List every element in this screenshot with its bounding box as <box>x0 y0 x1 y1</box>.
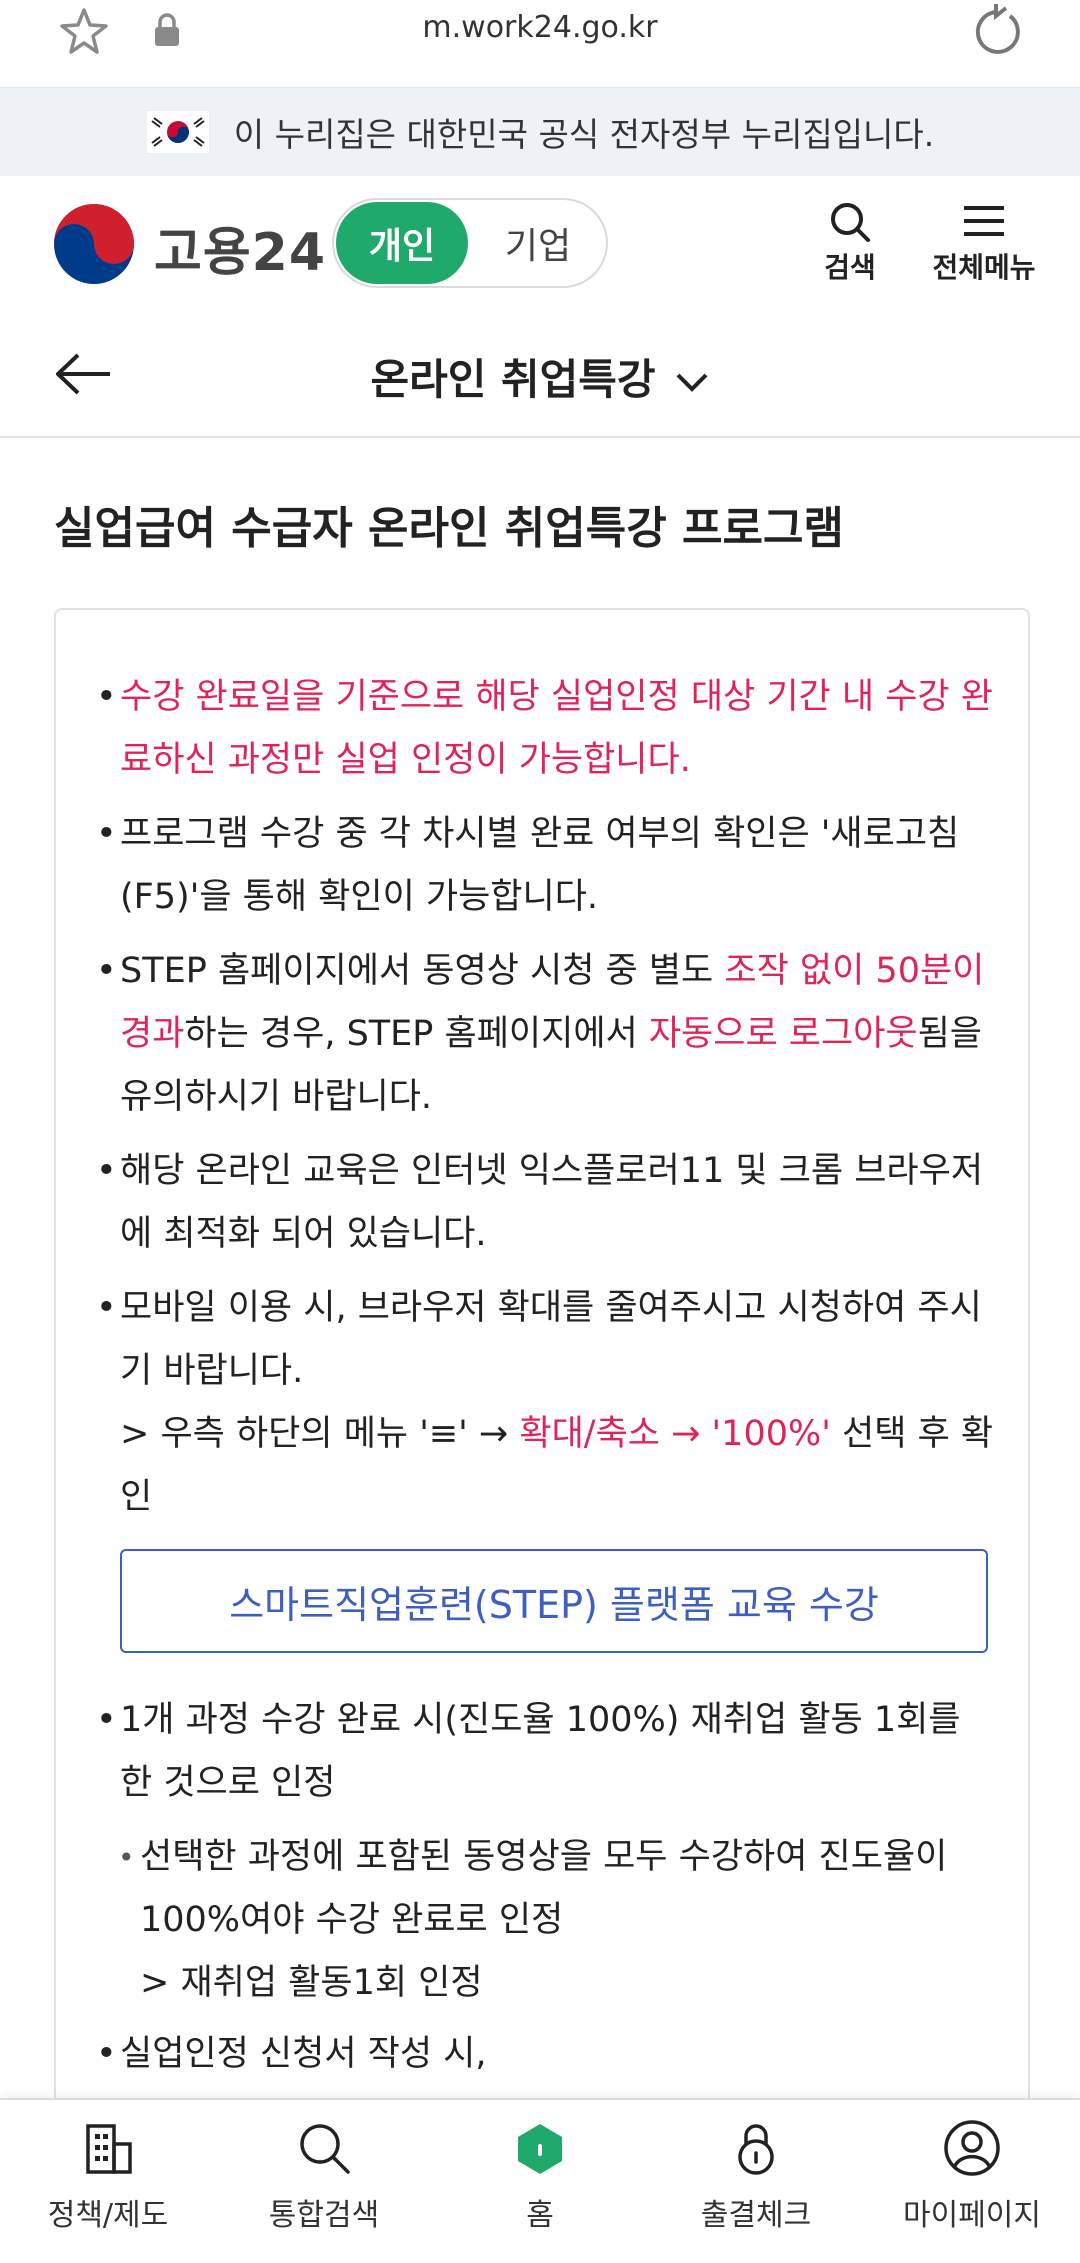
sub-bullet-dot: • <box>118 1841 135 1874</box>
reload-icon[interactable] <box>966 2 1026 62</box>
item-text: 수강 완료일을 기준으로 해당 실업인정 대상 기간 내 수강 완료하신 과정만… <box>120 677 993 780</box>
note-text: > 우측 하단의 메뉴 '≡' → <box>120 1414 520 1454</box>
search-label: 검색 <box>824 251 876 284</box>
bottom-nav: 정책/제도 통합검색 홈 출결체크 마이페이지 <box>0 2098 1080 2263</box>
step-platform-button[interactable]: 스마트직업훈련(STEP) 플랫폼 교육 수강 <box>120 1549 988 1653</box>
page-subheader: 온라인 취업특강 <box>0 306 1080 438</box>
nav-mypage[interactable]: 마이페이지 <box>864 2118 1080 2234</box>
bullet-dot: • <box>96 1151 117 1191</box>
nav-home[interactable]: 홈 <box>432 2118 648 2234</box>
page-title: 실업급여 수급자 온라인 취업특강 프로그램 <box>54 503 844 554</box>
site-header: 고용24 개인 기업 검색 전체메뉴 <box>0 176 1080 306</box>
url-text[interactable]: m.work24.go.kr <box>0 10 1080 45</box>
hamburger-menu-icon <box>964 206 1004 236</box>
browser-url-bar: m.work24.go.kr <box>0 0 1080 88</box>
lock-icon <box>738 2124 774 2175</box>
search-icon <box>300 2124 350 2174</box>
highlight-text: 자동으로 로그아웃 <box>648 1014 918 1054</box>
taegeuk-logo-icon[interactable] <box>52 202 136 286</box>
item-text: 실업인정 신청서 작성 시, <box>120 2034 487 2074</box>
chevron-down-icon <box>676 373 707 392</box>
subitem-note: > 재취업 활동1회 인정 <box>140 1963 483 2003</box>
subitem-text: 선택한 과정에 포함된 동영상을 모두 수강하여 진도율이 100%여야 수강 … <box>140 1837 948 1940</box>
nav-search[interactable]: 통합검색 <box>216 2118 432 2234</box>
home-icon <box>518 2124 562 2174</box>
toggle-corporate[interactable]: 기업 <box>472 202 604 284</box>
nav-label: 마이페이지 <box>903 2198 1041 2233</box>
item-text: 프로그램 수강 중 각 차시별 완료 여부의 확인은 '새로고침(F5)'을 통… <box>120 814 960 917</box>
site-logo-text[interactable]: 고용24 <box>154 210 326 285</box>
item-text: 하는 경우, STEP 홈페이지에서 <box>184 1014 649 1054</box>
user-icon <box>944 2120 1000 2176</box>
gov-notice-text: 이 누리집은 대한민국 공식 전자정부 누리집입니다. <box>233 115 935 154</box>
building-icon <box>86 2124 132 2174</box>
list-item: • 실업인정 신청서 작성 시, <box>96 2023 996 2086</box>
nav-label: 정책/제도 <box>47 2198 169 2233</box>
item-text: 모바일 이용 시, 브라우저 확대를 줄여주시고 시청하여 주시기 바랍니다. <box>120 1288 982 1391</box>
nav-attendance[interactable]: 출결체크 <box>648 2118 864 2234</box>
nav-label: 출결체크 <box>700 2198 812 2233</box>
nav-label: 통합검색 <box>268 2198 380 2233</box>
item-text: 해당 온라인 교육은 인터넷 익스플로러11 및 크롬 브라우저에 최적화 되어… <box>120 1151 984 1254</box>
header-menu-button[interactable]: 전체메뉴 <box>916 200 1052 286</box>
list-item: • 수강 완료일을 기준으로 해당 실업인정 대상 기간 내 수강 완료하신 과… <box>96 666 996 792</box>
sub-list-item: • 선택한 과정에 포함된 동영상을 모두 수강하여 진도율이 100%여야 수… <box>96 1826 996 2015</box>
bullet-dot: • <box>96 2034 117 2074</box>
list-item: • 모바일 이용 시, 브라우저 확대를 줄여주시고 시청하여 주시기 바랍니다… <box>96 1277 996 1529</box>
bullet-dot: • <box>96 677 117 717</box>
list-item: • 프로그램 수강 중 각 차시별 완료 여부의 확인은 '새로고침(F5)'을… <box>96 803 996 929</box>
info-card: • 수강 완료일을 기준으로 해당 실업인정 대상 기간 내 수강 완료하신 과… <box>54 608 1030 2263</box>
item-note: > 우측 하단의 메뉴 '≡' → 확대/축소 → '100%' 선택 후 확인 <box>120 1403 996 1529</box>
menu-label: 전체메뉴 <box>932 251 1036 284</box>
bullet-dot: • <box>96 951 117 991</box>
gov-notice-banner[interactable]: 이 누리집은 대한민국 공식 전자정부 누리집입니다. <box>0 88 1080 176</box>
bullet-dot: • <box>96 814 117 854</box>
section-title: 온라인 취업특강 <box>370 355 656 404</box>
bullet-dot: • <box>96 1700 117 1740</box>
list-item: • 1개 과정 수강 완료 시(진도율 100%) 재취업 활동 1회를 한 것… <box>96 1689 996 1815</box>
list-item: • STEP 홈페이지에서 동영상 시청 중 별도 조작 없이 50분이 경과하… <box>96 940 996 1129</box>
notice-list: • 수강 완료일을 기준으로 해당 실업인정 대상 기간 내 수강 완료하신 과… <box>96 666 996 2097</box>
nav-label: 홈 <box>526 2198 554 2233</box>
item-text: 1개 과정 수강 완료 시(진도율 100%) 재취업 활동 1회를 한 것으로… <box>120 1700 961 1803</box>
toggle-personal[interactable]: 개인 <box>336 202 468 284</box>
nav-policy[interactable]: 정책/제도 <box>0 2118 216 2234</box>
korean-flag-icon <box>145 110 210 154</box>
page: m.work24.go.kr 이 누리집은 대한민국 공식 전자정부 누리집입니… <box>0 0 1080 2263</box>
header-search-button[interactable]: 검색 <box>814 200 886 286</box>
search-icon <box>831 203 870 242</box>
user-type-toggle: 개인 기업 <box>332 198 608 288</box>
bullet-dot: • <box>96 1288 117 1328</box>
list-item: • 해당 온라인 교육은 인터넷 익스플로러11 및 크롬 브라우저에 최적화 … <box>96 1140 996 1266</box>
highlight-text: 확대/축소 → '100%' <box>519 1414 831 1454</box>
section-dropdown[interactable]: 온라인 취업특강 <box>0 346 1080 407</box>
item-text: STEP 홈페이지에서 동영상 시청 중 별도 <box>120 951 725 991</box>
